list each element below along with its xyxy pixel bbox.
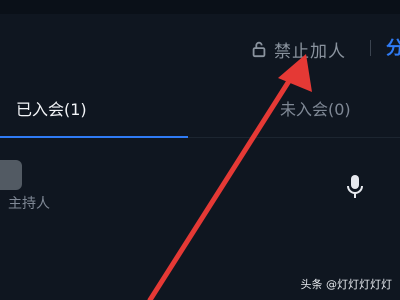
- avatar[interactable]: [0, 160, 22, 190]
- header-separator: [370, 40, 371, 56]
- active-tab-indicator: [0, 136, 188, 138]
- tab-joined[interactable]: 已入会(1): [16, 96, 87, 120]
- tab-divider: [188, 137, 400, 138]
- share-button[interactable]: 分: [386, 34, 400, 60]
- lock-meeting-toggle[interactable]: 禁止加人: [250, 36, 346, 62]
- top-status-bar: [0, 0, 400, 14]
- watermark: 头条 @灯灯灯灯灯: [300, 278, 393, 291]
- microphone-icon[interactable]: [346, 174, 364, 200]
- lock-icon: [252, 41, 266, 58]
- tab-not-joined[interactable]: 未入会(0): [280, 96, 351, 120]
- lock-label: 禁止加人: [274, 41, 346, 62]
- participant-role: 主持人: [8, 196, 50, 212]
